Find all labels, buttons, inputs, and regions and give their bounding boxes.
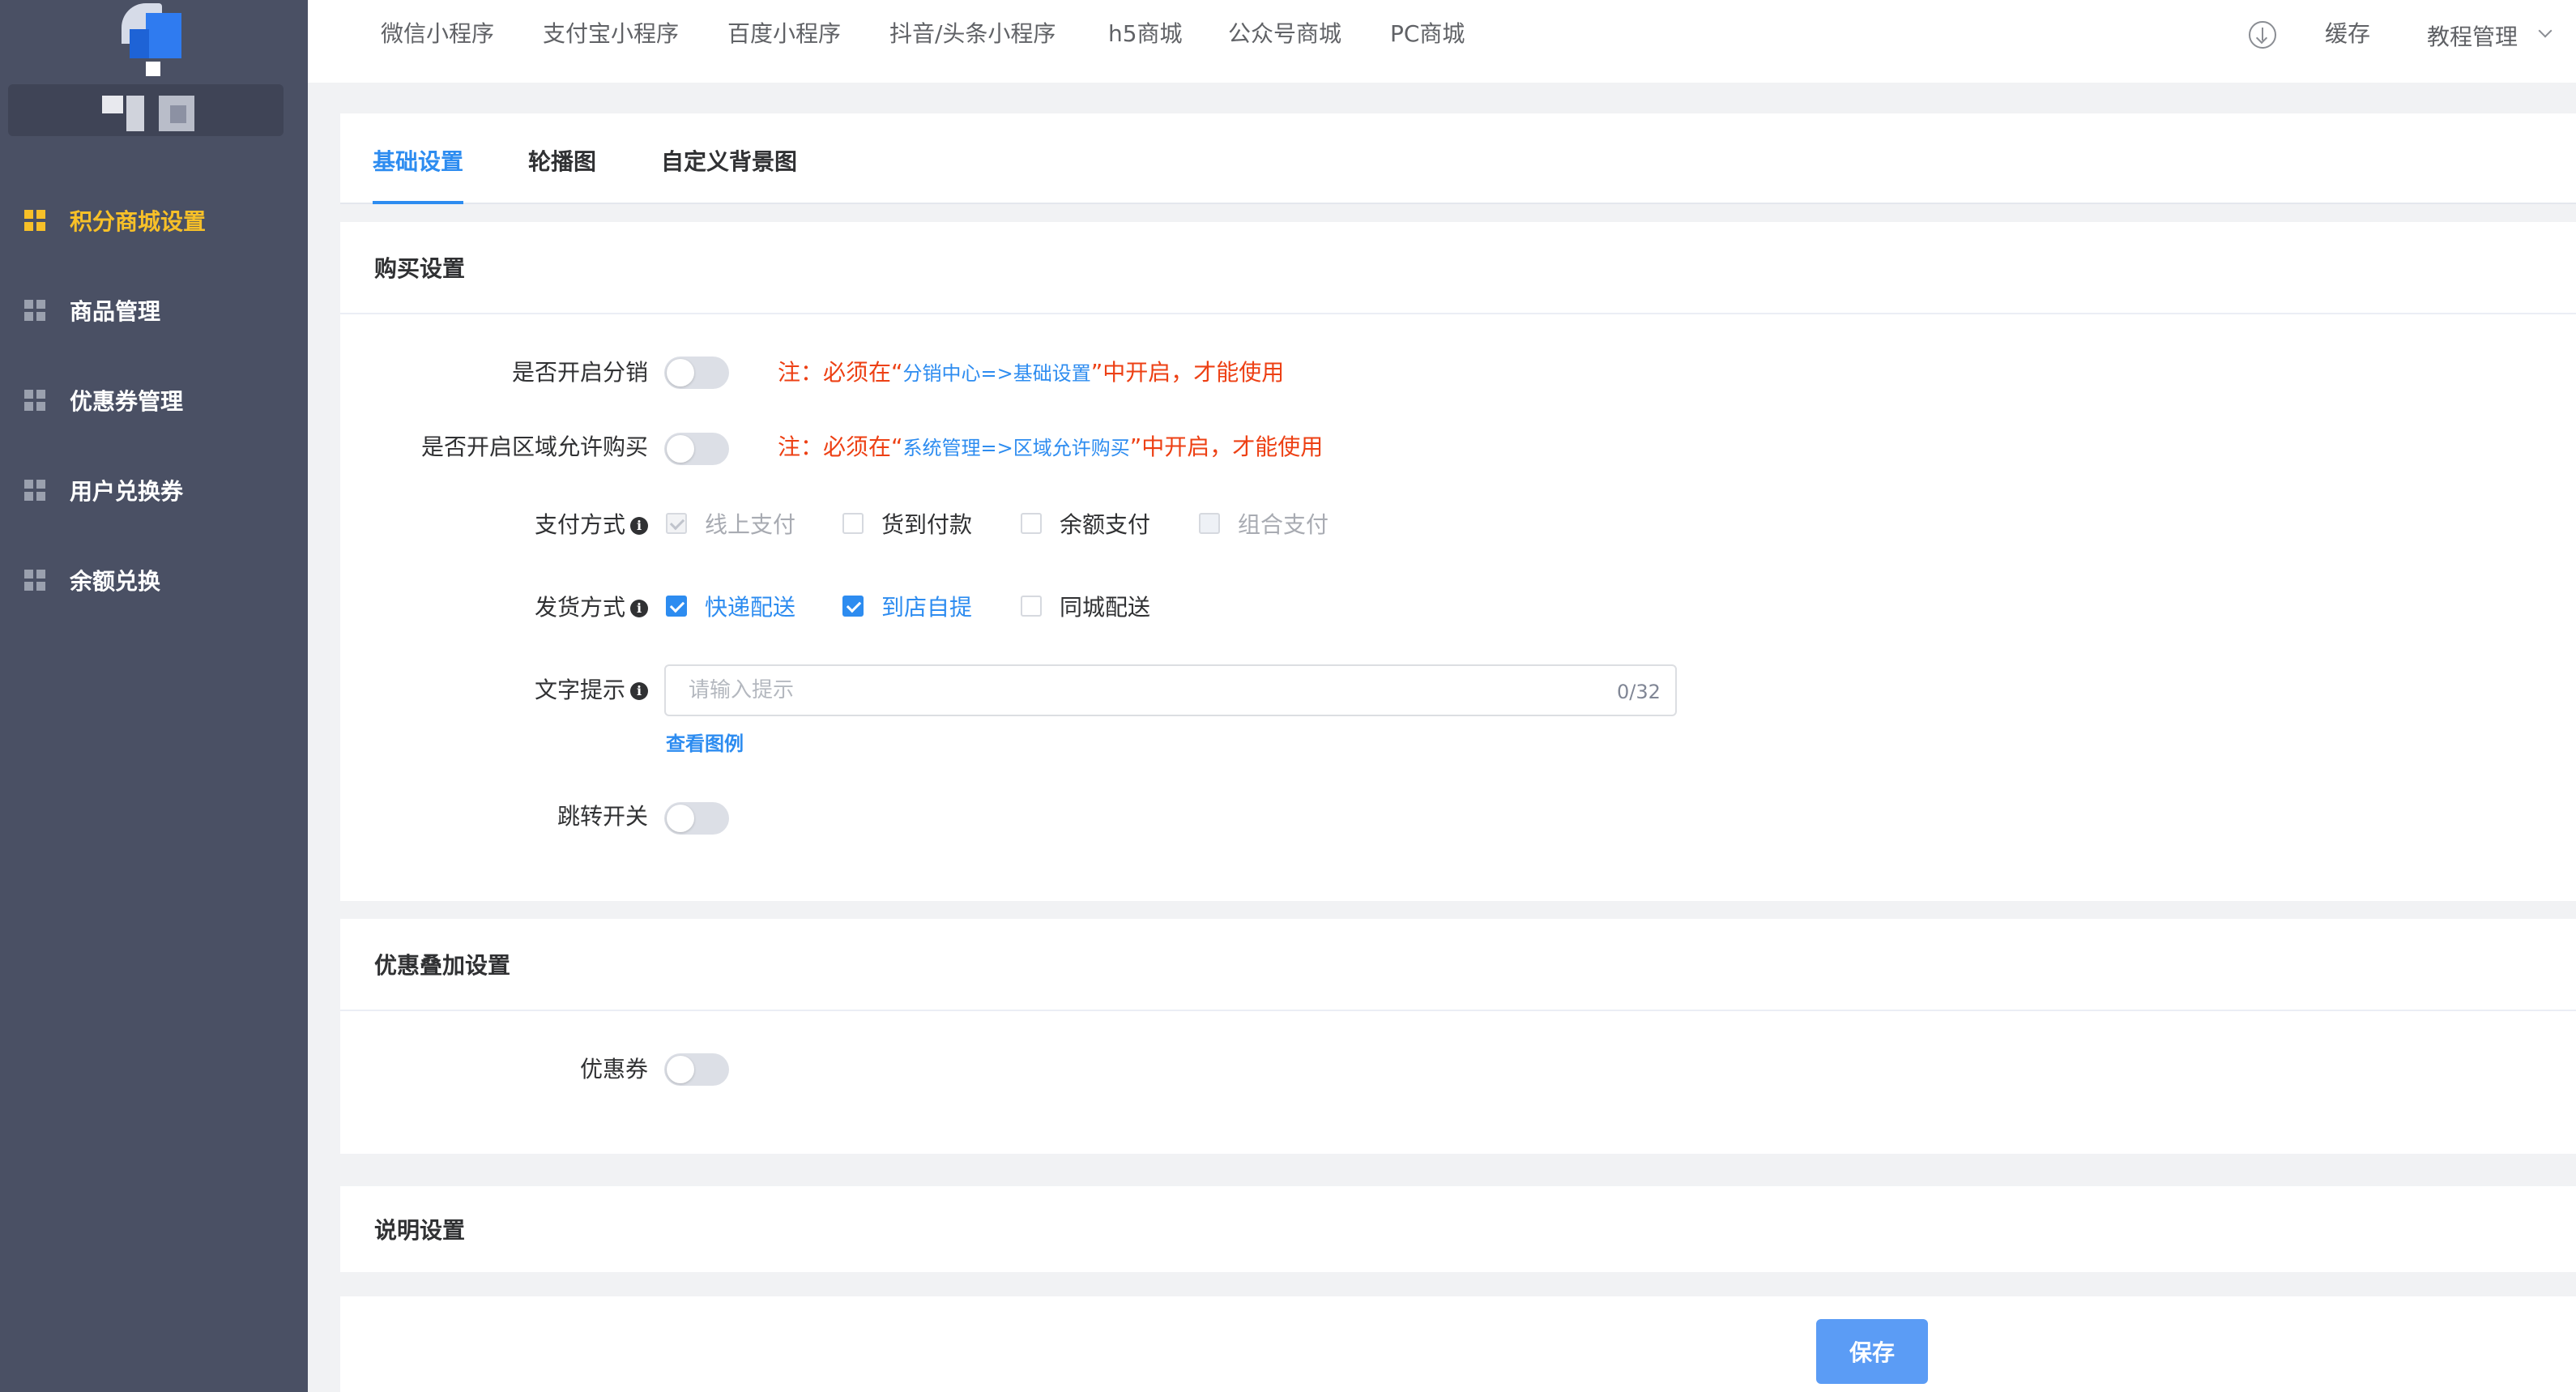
logo bbox=[8, 0, 284, 138]
coupon-label: 优惠券 bbox=[579, 1056, 648, 1082]
sidebar-item-label: 优惠券管理 bbox=[70, 387, 184, 415]
info-icon[interactable]: i bbox=[630, 682, 648, 700]
settings-tabs: 基础设置 轮播图 自定义背景图 bbox=[340, 113, 2576, 204]
checkbox-box bbox=[842, 596, 864, 617]
payment-online-checkbox[interactable]: 线上支付 bbox=[666, 507, 795, 540]
sidebar-item-label: 积分商城设置 bbox=[70, 207, 207, 235]
payment-cod-checkbox[interactable]: 货到付款 bbox=[842, 507, 972, 540]
chevron-down-icon[interactable] bbox=[2538, 23, 2553, 38]
grid-icon bbox=[24, 479, 45, 501]
region-purchase-label: 是否开启区域允许购买 bbox=[420, 433, 648, 460]
grid-icon bbox=[24, 209, 45, 231]
top-nav: 微信小程序 支付宝小程序 百度小程序 抖音/头条小程序 h5商城 公众号商城 P… bbox=[308, 0, 2576, 83]
app-root: 积分商城设置 商品管理 优惠券管理 用户兑换券 余额兑换 微信小程序 支付宝小程… bbox=[0, 0, 2576, 1392]
sidebar-menu: 积分商城设置 商品管理 优惠券管理 用户兑换券 余额兑换 bbox=[0, 175, 308, 625]
redirect-switch[interactable] bbox=[664, 802, 729, 835]
checkbox-box bbox=[666, 513, 687, 534]
tab-pc-mall[interactable]: PC商城 bbox=[1390, 16, 1465, 49]
distribution-label: 是否开启分销 bbox=[511, 359, 648, 386]
sidebar-item-points-mall-settings[interactable]: 积分商城设置 bbox=[0, 175, 308, 265]
cache-button[interactable]: 缓存 bbox=[2325, 16, 2370, 49]
tab-wechat-miniprogram[interactable]: 微信小程序 bbox=[381, 16, 494, 49]
tab-baidu-miniprogram[interactable]: 百度小程序 bbox=[727, 16, 841, 49]
download-icon[interactable] bbox=[2249, 21, 2276, 49]
region-purchase-note-path: 系统管理=>区域允许购买 bbox=[902, 437, 1130, 459]
text-tip-input[interactable] bbox=[664, 664, 1677, 716]
delivery-local-checkbox[interactable]: 同城配送 bbox=[1021, 590, 1150, 622]
grid-icon bbox=[24, 569, 45, 591]
region-purchase-note: 注：必须在“系统管理=>区域允许购买”中开启，才能使用 bbox=[778, 433, 1324, 460]
section-title: 购买设置 bbox=[340, 222, 2576, 314]
payment-combined-checkbox[interactable]: 组合支付 bbox=[1199, 507, 1329, 540]
logo-mark-icon bbox=[105, 0, 186, 81]
sidebar-item-product-management[interactable]: 商品管理 bbox=[0, 265, 308, 355]
description-settings-card: 说明设置 bbox=[340, 1186, 2576, 1272]
tab-carousel[interactable]: 轮播图 bbox=[528, 144, 596, 204]
delivery-pickup-checkbox[interactable]: 到店自提 bbox=[842, 590, 972, 622]
checkbox-box bbox=[1021, 596, 1042, 617]
payment-method-label: 支付方式 i bbox=[535, 507, 648, 540]
tutorial-menu[interactable]: 教程管理 bbox=[2427, 19, 2518, 52]
checkbox-box bbox=[666, 596, 687, 617]
sidebar: 积分商城设置 商品管理 优惠券管理 用户兑换券 余额兑换 bbox=[0, 0, 308, 1392]
shop-name-placeholder bbox=[8, 84, 284, 136]
tab-douyin-miniprogram[interactable]: 抖音/头条小程序 bbox=[889, 16, 1056, 49]
section-title: 说明设置 bbox=[374, 1217, 466, 1244]
sidebar-item-user-vouchers[interactable]: 用户兑换券 bbox=[0, 445, 308, 535]
text-tip-counter: 0/32 bbox=[1617, 681, 1661, 703]
save-button[interactable]: 保存 bbox=[1816, 1319, 1928, 1384]
distribution-note-path: 分销中心=>基础设置 bbox=[902, 362, 1091, 385]
footer-bar: 保存 bbox=[340, 1296, 2576, 1392]
checkbox-box bbox=[1199, 513, 1220, 534]
discount-stacking-card: 优惠叠加设置 优惠券 bbox=[340, 919, 2576, 1154]
sidebar-item-coupon-management[interactable]: 优惠券管理 bbox=[0, 355, 308, 445]
checkbox-box bbox=[1021, 513, 1042, 534]
grid-icon bbox=[24, 389, 45, 411]
section-title: 优惠叠加设置 bbox=[340, 919, 2576, 1011]
sidebar-item-balance-exchange[interactable]: 余额兑换 bbox=[0, 535, 308, 625]
payment-balance-checkbox[interactable]: 余额支付 bbox=[1021, 507, 1150, 540]
info-icon[interactable]: i bbox=[630, 600, 648, 617]
info-icon[interactable]: i bbox=[630, 517, 648, 535]
region-purchase-switch[interactable] bbox=[664, 433, 729, 465]
sidebar-item-label: 商品管理 bbox=[70, 297, 161, 325]
tab-basic-settings[interactable]: 基础设置 bbox=[373, 144, 464, 204]
tab-h5-mall[interactable]: h5商城 bbox=[1108, 16, 1183, 49]
distribution-switch[interactable] bbox=[664, 357, 729, 389]
distribution-note: 注：必须在“分销中心=>基础设置”中开启，才能使用 bbox=[778, 359, 1285, 386]
sidebar-item-label: 用户兑换券 bbox=[70, 477, 184, 505]
delivery-method-label: 发货方式 i bbox=[535, 590, 648, 622]
tab-alipay-miniprogram[interactable]: 支付宝小程序 bbox=[543, 16, 679, 49]
delivery-express-checkbox[interactable]: 快递配送 bbox=[666, 590, 795, 622]
grid-icon bbox=[24, 299, 45, 321]
view-example-link[interactable]: 查看图例 bbox=[666, 728, 744, 756]
tab-official-account-mall[interactable]: 公众号商城 bbox=[1228, 16, 1341, 49]
tab-custom-background[interactable]: 自定义背景图 bbox=[661, 144, 797, 204]
purchase-settings-card: 购买设置 是否开启分销 注：必须在“分销中心=>基础设置”中开启，才能使用 是否… bbox=[340, 222, 2576, 901]
checkbox-box bbox=[842, 513, 864, 534]
redirect-switch-label: 跳转开关 bbox=[557, 803, 648, 830]
sidebar-item-label: 余额兑换 bbox=[70, 567, 161, 595]
coupon-switch[interactable] bbox=[664, 1053, 729, 1086]
text-tip-label: 文字提示 i bbox=[535, 673, 648, 705]
